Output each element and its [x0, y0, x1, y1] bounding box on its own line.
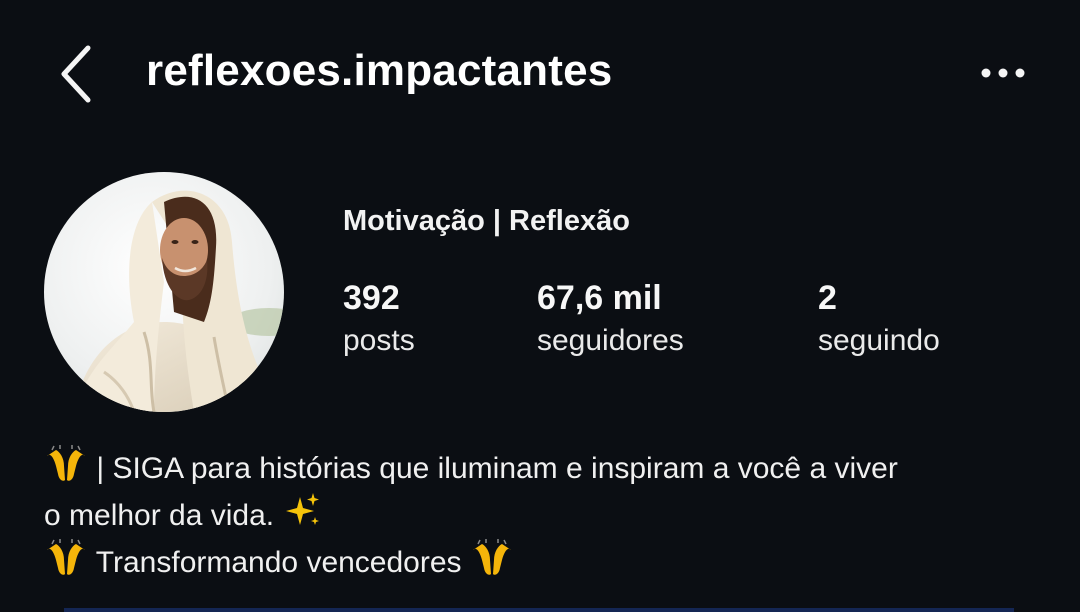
sparkles-emoji-icon [282, 491, 322, 531]
profile-screen: reflexoes.impactantes Motivação | Reflex… [0, 0, 1080, 612]
posts-label: posts [343, 324, 415, 357]
more-horizontal-icon [976, 56, 1032, 90]
posts-count: 392 [343, 279, 400, 317]
stat-following[interactable]: 2 seguindo [818, 278, 940, 360]
stat-posts[interactable]: 392 posts [343, 278, 415, 360]
raising-hands-emoji-icon [470, 538, 514, 578]
bio-line-1-text: | SIGA para histórias que iluminam e ins… [88, 452, 898, 485]
bio-line-3: Transformando vencedores [44, 538, 1044, 585]
bio-line-2-text: o melhor da vida. [44, 499, 283, 532]
stat-followers[interactable]: 67,6 mil seguidores [537, 278, 684, 360]
chevron-left-icon [52, 40, 104, 108]
profile-category: Motivação | Reflexão [343, 205, 630, 237]
raising-hands-emoji-icon [44, 538, 88, 578]
followers-count: 67,6 mil [537, 279, 662, 317]
raising-hands-emoji-icon [44, 444, 88, 484]
bio-line-3-text: Transformando vencedores [88, 546, 470, 579]
followers-label: seguidores [537, 324, 684, 357]
profile-avatar[interactable] [44, 172, 284, 412]
bio-line-2: o melhor da vida. [44, 491, 1044, 538]
following-count: 2 [818, 279, 837, 317]
more-options-button[interactable] [976, 56, 1032, 90]
back-button[interactable] [52, 40, 104, 108]
following-label: seguindo [818, 324, 940, 357]
bio-line-1: | SIGA para histórias que iluminam e ins… [44, 444, 1044, 491]
bottom-divider [64, 608, 1014, 612]
profile-bio: | SIGA para histórias que iluminam e ins… [44, 444, 1044, 585]
profile-username: reflexoes.impactantes [146, 46, 613, 95]
